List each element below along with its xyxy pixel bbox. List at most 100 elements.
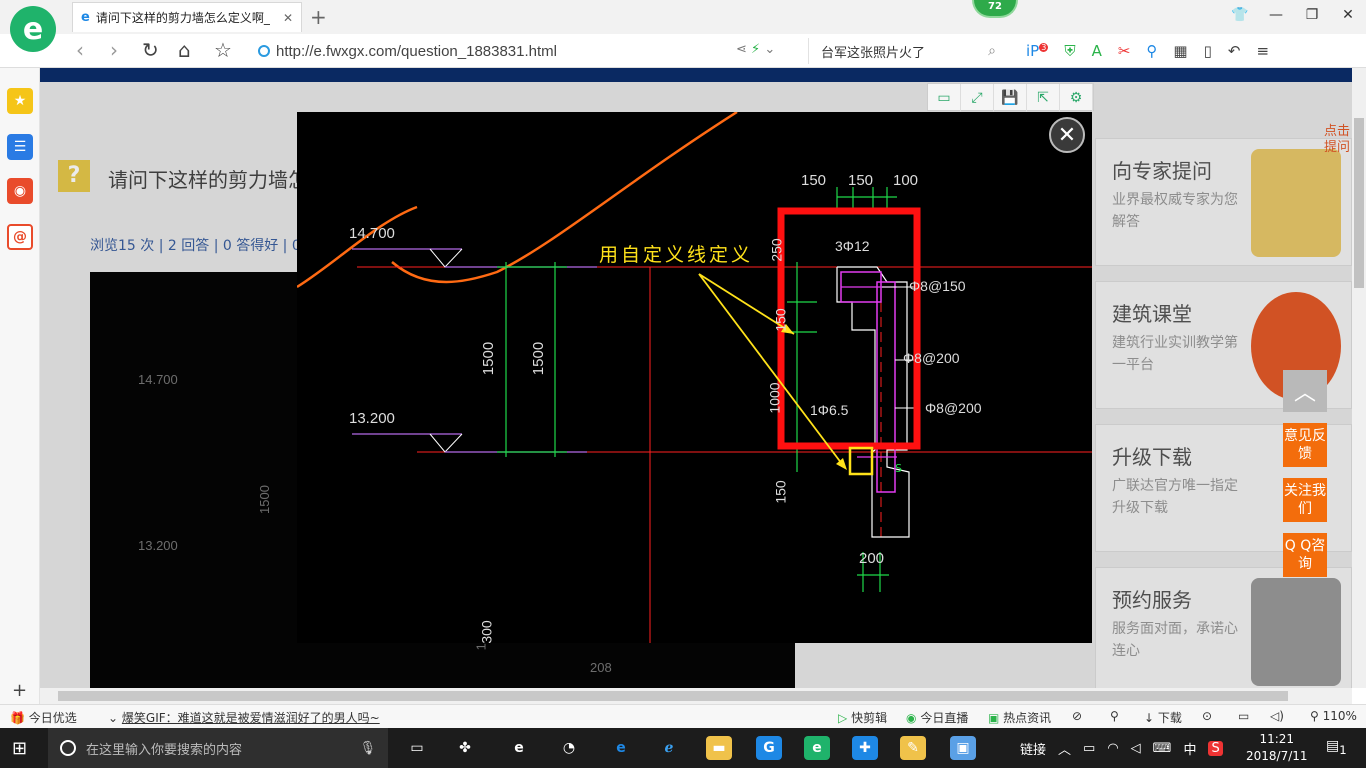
play-icon: ▷ <box>838 711 848 725</box>
address-bar[interactable]: http://e.fwxgx.com/question_1883831.html <box>258 40 818 62</box>
window-controls: 👕 — ❐ ✕ <box>1222 0 1366 30</box>
notes-app-icon[interactable]: ✎ <box>900 736 926 760</box>
volume-tray-icon[interactable]: ◁ <box>1131 741 1141 756</box>
notification-center-icon[interactable]: ▤1 <box>1326 738 1347 757</box>
speedtest-icon[interactable]: ⊘ <box>1072 709 1082 723</box>
dim-1500-a: 1500 <box>480 341 498 376</box>
scissors-icon[interactable]: ✂ <box>1118 42 1131 60</box>
skin-icon[interactable]: 👕 <box>1222 0 1258 30</box>
grid-icon[interactable]: ▦ <box>1173 42 1187 60</box>
forward-button[interactable]: › <box>110 38 118 62</box>
favorites-star-icon[interactable]: ★ <box>7 88 33 114</box>
dim-250: 250 <box>768 238 785 262</box>
link-label[interactable]: 链接 <box>1020 739 1046 758</box>
fullscreen-icon[interactable]: ⤢ <box>961 84 994 112</box>
plus-app-icon[interactable]: ✚ <box>852 736 878 760</box>
minimize-button[interactable]: — <box>1258 0 1294 30</box>
volume-icon[interactable]: ◁) <box>1270 709 1284 723</box>
file-explorer-icon[interactable]: ▬ <box>706 736 732 760</box>
vertical-scrollbar[interactable] <box>1352 68 1366 688</box>
settings-gear-icon[interactable]: ⚙ <box>1060 84 1093 112</box>
horizontal-scroll-thumb[interactable] <box>58 691 1288 701</box>
favorite-star-button[interactable]: ☆ <box>214 38 232 62</box>
hot-news-link[interactable]: ▣ 热点资讯 <box>988 709 1051 726</box>
search-box[interactable]: 台军这张照片火了 ⌕ <box>808 38 1008 64</box>
microphone-icon[interactable]: 🎙 <box>359 741 376 756</box>
phone-icon[interactable]: ▯ <box>1204 42 1212 60</box>
system-clock[interactable]: 11:21 2018/7/11 <box>1246 731 1308 765</box>
rebar-3d12-label: 3Φ12 <box>835 238 870 254</box>
url-text[interactable]: http://e.fwxgx.com/question_1883831.html <box>276 43 557 60</box>
chat-app-icon[interactable]: ◔ <box>556 736 582 760</box>
ip-extension-icon[interactable]: iP 3 <box>1026 42 1049 60</box>
daily-pick-label: 今日优选 <box>28 711 77 725</box>
speed-icon[interactable]: ⊙ <box>1202 709 1212 723</box>
translate-icon[interactable]: A <box>1092 42 1102 60</box>
search-icon[interactable]: ⌕ <box>988 43 996 59</box>
sogou-input-icon[interactable]: S <box>1208 740 1223 756</box>
share-out-icon[interactable]: ⇱ <box>1027 84 1060 112</box>
scroll-top-button[interactable]: ︿ <box>1283 370 1327 412</box>
keyboard-icon[interactable]: ⌨ <box>1153 741 1172 756</box>
reading-list-icon[interactable]: ☰ <box>7 134 33 160</box>
ime-indicator[interactable]: 中 <box>1183 739 1196 758</box>
follow-us-button[interactable]: 关注我们 <box>1283 478 1327 522</box>
fan-app-icon[interactable]: ✤ <box>452 736 478 760</box>
image-viewer[interactable]: 用自定义线定义 14.700 13.200 1500 1500 150 150 … <box>297 112 1092 643</box>
weibo-icon[interactable]: ◉ <box>7 178 33 204</box>
edge-icon[interactable]: e <box>608 736 634 760</box>
search-input[interactable]: 台军这张照片火了 <box>821 42 925 61</box>
tab-close-button[interactable]: ✕ <box>283 11 293 25</box>
sidebar-add-button[interactable]: + <box>12 680 27 701</box>
browser-logo[interactable]: e <box>10 6 56 52</box>
internet-explorer-icon[interactable]: ℯ <box>656 736 682 760</box>
viewer-toolbar: ▭ ⤢ 💾 ⇱ ⚙ <box>927 83 1094 112</box>
undo-icon[interactable]: ↶ <box>1228 42 1241 60</box>
new-tab-button[interactable]: + <box>310 5 327 29</box>
task-view-icon[interactable]: ▭ <box>404 736 430 760</box>
download-link[interactable]: ↓ 下载 <box>1144 709 1182 726</box>
menu-icon[interactable]: ≡ <box>1256 42 1269 60</box>
refresh-button[interactable]: ↻ <box>142 38 159 62</box>
quick-clip-link[interactable]: ▷ 快剪辑 <box>838 709 887 726</box>
shield-icon[interactable]: ⛨ <box>1064 42 1075 60</box>
taskbar-search[interactable]: 在这里输入你要搜索的内容 🎙 <box>48 728 388 768</box>
dim-150-bottom: 150 <box>772 480 789 504</box>
fit-page-icon[interactable]: ▭ <box>928 84 961 112</box>
home-button[interactable]: ⌂ <box>178 38 191 62</box>
dim-150-top-left: 150 <box>801 172 827 189</box>
qq-consult-button[interactable]: Q Q咨询 <box>1283 533 1327 577</box>
horizontal-scrollbar[interactable] <box>40 688 1352 704</box>
window-icon[interactable]: ▭ <box>1238 709 1249 723</box>
chevron-down-icon[interactable]: ⌄ <box>764 42 775 57</box>
live-link[interactable]: ◉ 今日直播 <box>906 709 968 726</box>
taskbar-search-placeholder[interactable]: 在这里输入你要搜索的内容 <box>86 739 242 758</box>
daily-pick-link[interactable]: 🎁 今日优选 <box>10 709 77 726</box>
news-headline[interactable]: 爆笑GIF：难道这就是被爱情滋润好了的男人吗~ <box>122 711 380 725</box>
windows-start-icon[interactable]: ⊞ <box>12 738 27 759</box>
pin-icon[interactable]: ⚲ <box>1110 709 1119 723</box>
vertical-scroll-thumb[interactable] <box>1354 118 1364 288</box>
g-app-icon[interactable]: G <box>756 736 782 760</box>
close-window-button[interactable]: ✕ <box>1330 0 1366 30</box>
title-bar: e 请问下这样的剪力墙怎么定义啊_ ✕ + 72 👕 — ❐ ✕ <box>0 0 1366 34</box>
mail-icon[interactable]: @ <box>7 224 33 250</box>
speed-icon[interactable]: ⚡ <box>751 42 760 57</box>
save-icon[interactable]: 💾 <box>994 84 1027 112</box>
zoom-icon[interactable]: ⚲ <box>1146 42 1157 60</box>
share-icon[interactable]: ⋖ <box>736 42 747 57</box>
feedback-button[interactable]: 意见反馈 <box>1283 423 1327 467</box>
tray-expand-icon[interactable]: ︿ <box>1058 739 1071 758</box>
ie-browser-icon[interactable]: e <box>506 736 532 760</box>
zoom-level[interactable]: ⚲ 110% <box>1310 709 1357 723</box>
browser-taskbar-icon[interactable]: e <box>804 736 830 760</box>
viewer-close-button[interactable]: ✕ <box>1049 117 1085 153</box>
news-ticker[interactable]: ⌄ 爆笑GIF：难道这就是被爱情滋润好了的男人吗~ <box>108 709 380 726</box>
browser-tab[interactable]: e 请问下这样的剪力墙怎么定义啊_ ✕ <box>72 2 302 32</box>
battery-icon[interactable]: ▭ <box>1083 741 1095 756</box>
score-badge[interactable]: 72 <box>972 0 1018 18</box>
maximize-button[interactable]: ❐ <box>1294 0 1330 30</box>
image-app-icon[interactable]: ▣ <box>950 736 976 760</box>
wifi-icon[interactable]: ◠ <box>1107 741 1118 756</box>
back-button[interactable]: ‹ <box>76 38 84 62</box>
